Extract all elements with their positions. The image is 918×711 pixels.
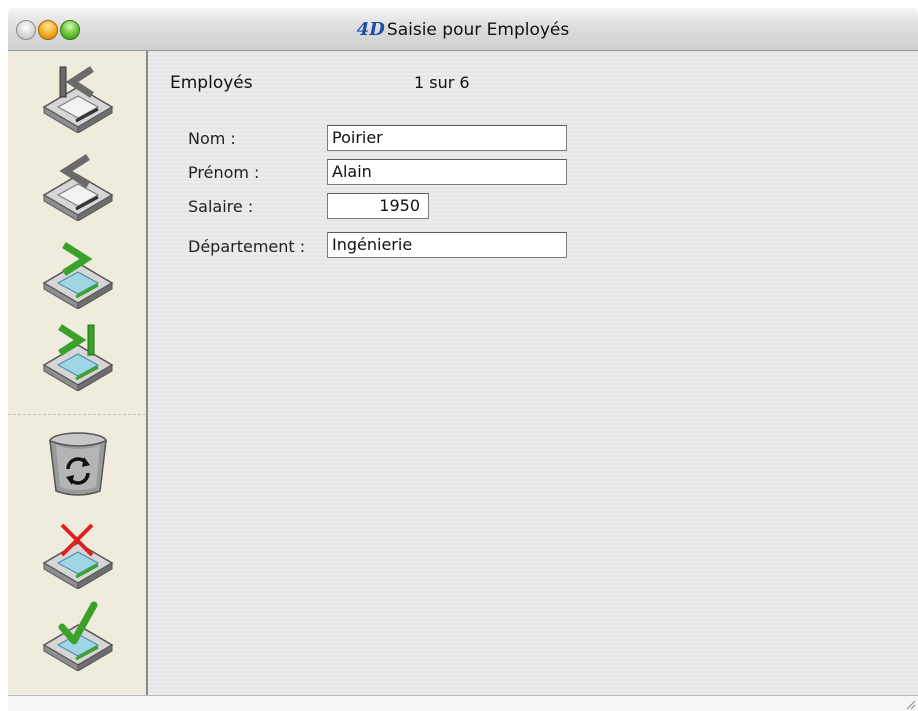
window-title-text: Saisie pour Employés bbox=[386, 20, 570, 40]
resize-grip-icon[interactable] bbox=[904, 698, 916, 710]
record-position: 1 sur 6 bbox=[414, 73, 470, 92]
table-name: Employés bbox=[170, 73, 253, 93]
first-record-button[interactable] bbox=[38, 63, 118, 134]
delete-record-button[interactable] bbox=[38, 429, 118, 499]
prenom-field[interactable]: Alain bbox=[327, 159, 567, 185]
cancel-icon bbox=[42, 523, 114, 590]
accept-icon bbox=[42, 601, 114, 672]
previous-record-button[interactable] bbox=[38, 151, 118, 222]
title-bar[interactable]: 4D Saisie pour Employés bbox=[8, 8, 918, 51]
last-record-button[interactable] bbox=[38, 321, 118, 392]
departement-label: Département : bbox=[188, 237, 306, 256]
nom-field[interactable]: Poirier bbox=[327, 125, 567, 151]
window-title: 4D Saisie pour Employés bbox=[8, 19, 918, 40]
prenom-label: Prénom : bbox=[188, 163, 260, 182]
4d-logo-icon: 4D bbox=[356, 19, 385, 40]
nom-label: Nom : bbox=[188, 129, 236, 148]
trash-icon bbox=[49, 432, 107, 496]
last-record-icon bbox=[42, 324, 114, 392]
status-bar bbox=[8, 695, 918, 711]
departement-field[interactable]: Ingénierie bbox=[327, 232, 567, 258]
next-record-button[interactable] bbox=[38, 239, 118, 310]
previous-record-icon bbox=[42, 154, 114, 222]
action-sidebar bbox=[8, 51, 148, 695]
next-record-icon bbox=[42, 242, 114, 310]
form-window: 4D Saisie pour Employés Employés 1 sur 6… bbox=[8, 8, 918, 711]
cancel-button[interactable] bbox=[38, 519, 118, 590]
form-area: Employés 1 sur 6 Nom : Poirier Prénom : … bbox=[148, 51, 918, 695]
first-record-icon bbox=[42, 66, 114, 134]
accept-button[interactable] bbox=[38, 601, 118, 672]
sidebar-divider bbox=[8, 414, 146, 415]
salaire-label: Salaire : bbox=[188, 197, 254, 216]
salaire-field[interactable]: 1950 bbox=[327, 193, 429, 219]
